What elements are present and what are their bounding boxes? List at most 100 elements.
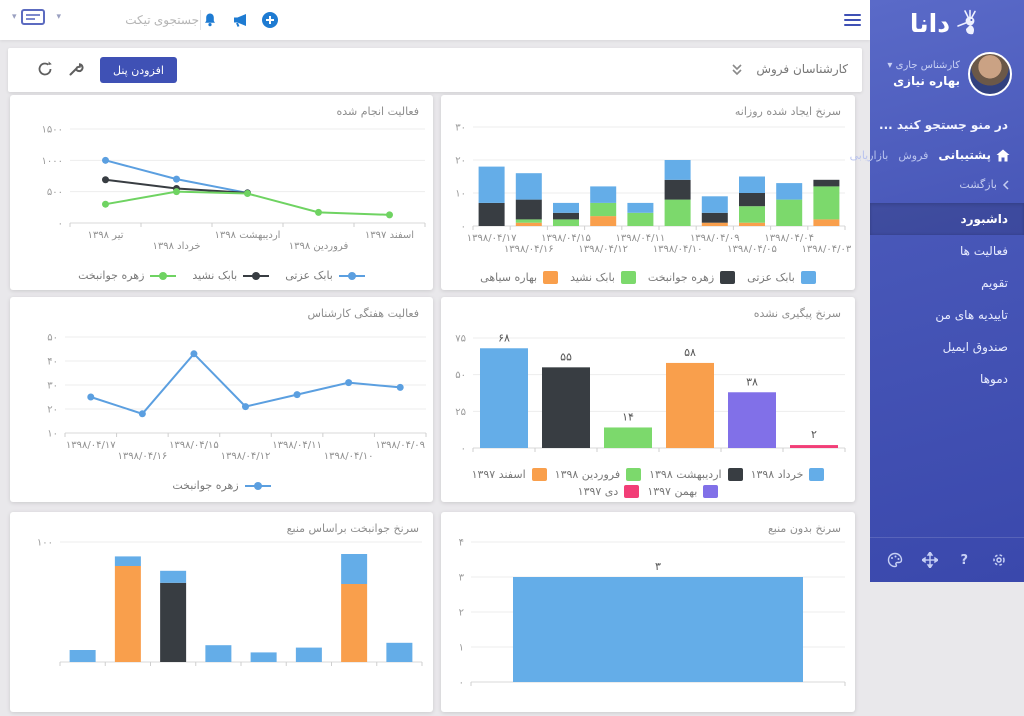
question-icon: ? (960, 553, 968, 568)
legend-square-marker (801, 271, 816, 284)
svg-text:۲۰: ۲۰ (47, 405, 58, 416)
svg-text:۲۰: ۲۰ (455, 156, 466, 167)
user-avatar[interactable] (968, 52, 1012, 96)
svg-text:۱۳۹۸/۰۴/۰۵: ۱۳۹۸/۰۴/۰۵ (727, 244, 777, 255)
legend-item[interactable]: بابک نشید (192, 269, 269, 282)
legend-label: خرداد ۱۳۹۸ (751, 468, 804, 481)
app-logo[interactable]: دانا (870, 0, 1024, 38)
help-button[interactable]: ? (954, 550, 974, 570)
svg-text:۵۸: ۵۸ (684, 346, 696, 359)
legend-label: اسفند ۱۳۹۷ (472, 468, 526, 481)
legend-line-marker (243, 271, 269, 281)
logo-text: دانا (910, 9, 950, 38)
svg-text:۷۵: ۷۵ (455, 334, 466, 345)
svg-text:۱۳۹۸/۰۴/۰۹: ۱۳۹۸/۰۴/۰۹ (690, 233, 740, 244)
sidebar-item-activities[interactable]: فعالیت ها (870, 235, 1024, 267)
svg-text:۵۰: ۵۰ (47, 333, 58, 344)
legend-square-marker (728, 468, 743, 481)
chart-canvas: ۴۳۲۱۰۳ (441, 512, 855, 716)
legend-label: بابک عزتی (285, 269, 333, 282)
panel-group-title: کارشناسان فروش (756, 62, 848, 76)
legend-label: بابک نشید (570, 271, 615, 284)
legend-item[interactable]: بابک عزتی (747, 271, 816, 284)
legend-item[interactable]: فروردین ۱۳۹۸ (555, 468, 641, 481)
svg-text:۱۵۰۰: ۱۵۰۰ (42, 125, 63, 136)
chart-card-daily-created-leads: سرنخ ایجاد شده روزانه ۰۱۰۲۰۳۰۱۳۹۸/۰۴/۱۷۱… (441, 95, 855, 290)
gear-icon (991, 552, 1007, 568)
chevron-left-icon (1002, 180, 1010, 190)
sidebar-item-my-approvals[interactable]: تاییدیه های من (870, 299, 1024, 331)
legend-item[interactable]: بهاره سیاهی (480, 271, 558, 284)
svg-text:۱۳۹۸/۰۴/۱۵: ۱۳۹۸/۰۴/۱۵ (169, 440, 219, 451)
legend-item[interactable]: اسفند ۱۳۹۷ (472, 468, 547, 481)
theme-button[interactable] (885, 550, 905, 570)
svg-text:۱۴: ۱۴ (622, 410, 634, 423)
refresh-button[interactable] (36, 60, 54, 82)
search-input[interactable] (72, 6, 201, 34)
collapse-panel-button[interactable] (730, 62, 744, 81)
sidebar-item-calendar[interactable]: تقویم (870, 267, 1024, 299)
svg-text:۱۳۹۸/۰۴/۱۵: ۱۳۹۸/۰۴/۱۵ (541, 233, 591, 244)
add-new-button[interactable] (258, 8, 282, 32)
svg-text:۱: ۱ (459, 643, 464, 654)
sidebar-item-email-inbox[interactable]: صندوق ایمیل (870, 331, 1024, 363)
legend-square-marker (626, 468, 641, 481)
legend-square-marker (532, 468, 547, 481)
add-panel-button[interactable]: افزودن پنل (100, 57, 177, 83)
svg-text:۰: ۰ (459, 678, 464, 689)
menu-toggle-button[interactable] (840, 8, 864, 32)
chart-legend: خرداد ۱۳۹۸ اردیبهشت ۱۳۹۸ فروردین ۱۳۹۸ اسفند… (441, 468, 855, 498)
tab-support[interactable]: پشتیبانی (938, 148, 1010, 162)
user-name: بهاره نیازی (887, 74, 960, 88)
svg-text:۱۳۹۸/۰۴/۱۲: ۱۳۹۸/۰۴/۱۲ (578, 244, 628, 255)
chart-canvas: ۰۵۰۰۱۰۰۰۱۵۰۰۱۳۹۸ تیر۱۳۹۸ خرداد۱۳۹۸ اردیب… (10, 95, 433, 259)
svg-text:۳۰: ۳۰ (47, 381, 58, 392)
legend-label: بابک عزتی (747, 271, 795, 284)
legend-item[interactable]: زهره جوانبخت (78, 269, 176, 282)
legend-item[interactable]: زهره جوانبخت (172, 479, 270, 492)
legend-square-marker (703, 485, 718, 498)
caret-down-icon: ▾ (12, 12, 17, 22)
module-tabs: پشتیبانی فروش بازاریابی (870, 132, 1024, 162)
settings-button[interactable] (68, 61, 84, 81)
announcements-button[interactable] (228, 8, 252, 32)
legend-item[interactable]: بابک عزتی (285, 269, 365, 282)
svg-text:۱۳۹۸/۰۴/۰۹: ۱۳۹۸/۰۴/۰۹ (375, 440, 425, 451)
chart-legend: زهره جوانبخت (10, 479, 433, 492)
sidebar: دانا کارشناس جاری ▾ بهاره نیازی در منو ج… (870, 0, 1024, 582)
refresh-icon (36, 60, 54, 78)
svg-text:۳۸: ۳۸ (746, 375, 758, 388)
legend-label: بابک نشید (192, 269, 237, 282)
svg-text:۲: ۲ (459, 608, 464, 619)
menu-search[interactable]: در منو جستجو کنید ... (870, 96, 1024, 132)
svg-text:۴: ۴ (459, 538, 464, 549)
legend-item[interactable]: بابک نشید (570, 271, 636, 284)
svg-text:۱۳۹۸/۰۴/۱۶: ۱۳۹۸/۰۴/۱۶ (504, 244, 554, 255)
chart-legend: بابک عزتی زهره جوانبخت بابک نشید بهاره سیاه… (441, 271, 855, 284)
bell-icon (202, 12, 218, 28)
chart-legend: بابک عزتی بابک نشید زهره جوانبخت (10, 269, 433, 282)
move-icon (922, 552, 938, 568)
legend-square-marker (809, 468, 824, 481)
legend-item[interactable]: دی ۱۳۹۷ (578, 485, 640, 498)
palette-icon (887, 552, 903, 568)
svg-text:۱۳۹۸ فروردین: ۱۳۹۸ فروردین (289, 241, 349, 252)
ticket-type-selector[interactable]: ▾ ▾ (12, 9, 61, 25)
legend-item[interactable]: اردیبهشت ۱۳۹۸ (649, 468, 742, 481)
tab-sales[interactable]: فروش (898, 149, 928, 162)
back-button[interactable]: بازگشت (870, 162, 1024, 201)
move-button[interactable] (920, 550, 940, 570)
chart-card-unfollowed-leads: سرنخ پیگیری نشده ۰۲۵۵۰۷۵۶۸۵۵۱۴۵۸۳۸۲ خردا… (441, 297, 855, 502)
svg-text:۶۸: ۶۸ (498, 331, 510, 344)
sidebar-item-dashboard[interactable]: داشبورد (870, 203, 1024, 235)
legend-item[interactable]: خرداد ۱۳۹۸ (751, 468, 825, 481)
legend-item[interactable]: بهمن ۱۳۹۷ (647, 485, 718, 498)
sidebar-item-demos[interactable]: دموها (870, 363, 1024, 395)
notifications-button[interactable] (198, 8, 222, 32)
settings-button[interactable] (989, 550, 1009, 570)
legend-label: زهره جوانبخت (172, 479, 238, 492)
legend-item[interactable]: زهره جوانبخت (648, 271, 735, 284)
tab-marketing[interactable]: بازاریابی (850, 149, 889, 162)
current-expert-dropdown[interactable]: کارشناس جاری ▾ (887, 60, 960, 71)
svg-text:۱۳۹۸/۰۴/۱۲: ۱۳۹۸/۰۴/۱۲ (221, 451, 271, 462)
